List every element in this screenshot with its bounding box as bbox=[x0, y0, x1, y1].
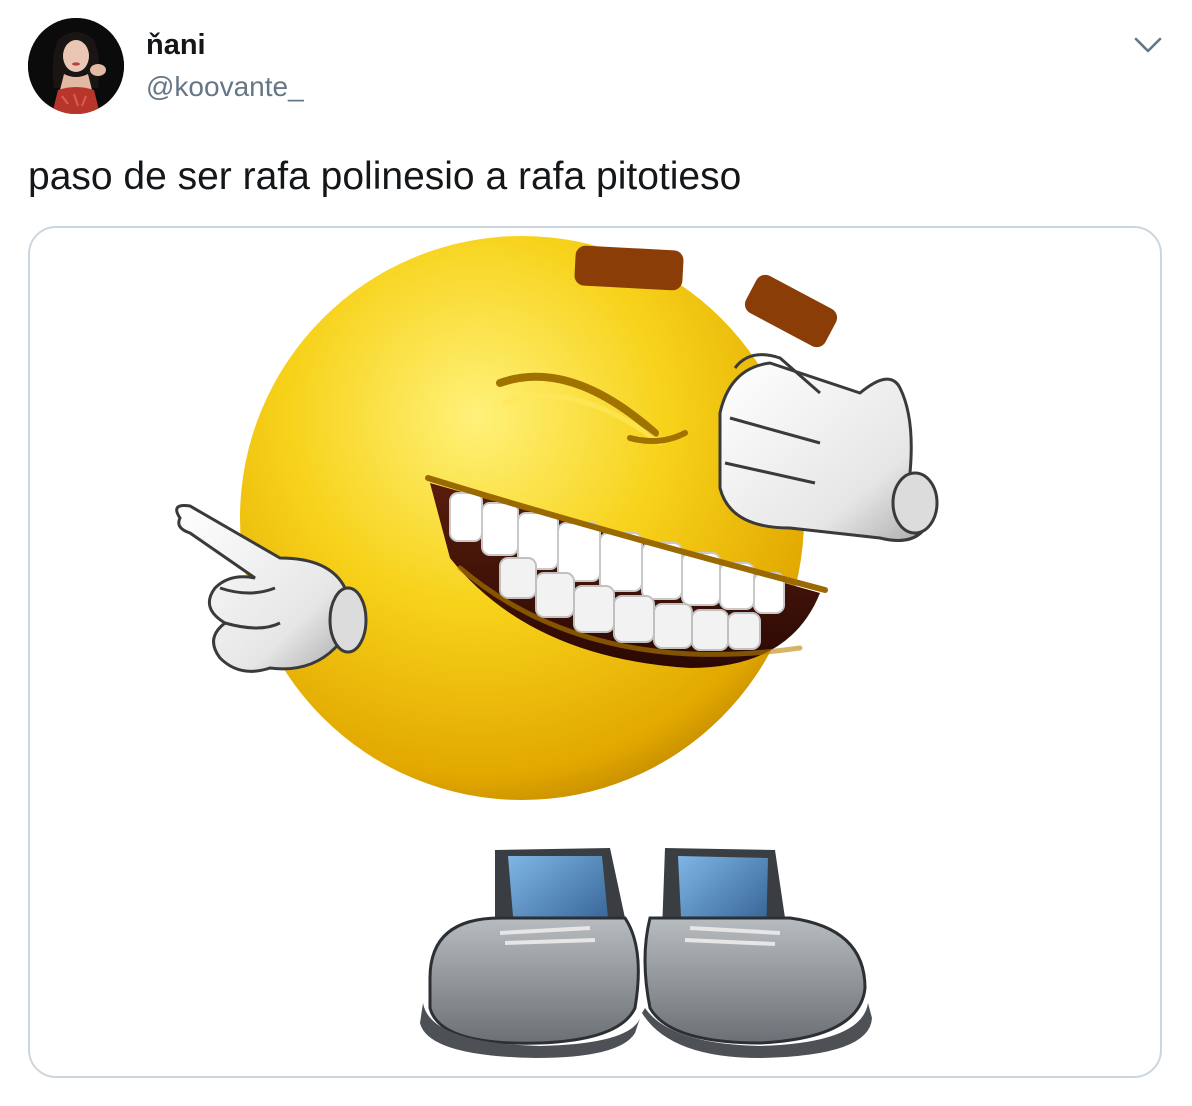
avatar[interactable] bbox=[28, 18, 124, 114]
tweet-media-image[interactable] bbox=[28, 226, 1162, 1078]
tweet-text: paso de ser rafa polinesio a rafa pitoti… bbox=[28, 155, 742, 198]
chevron-down-icon[interactable] bbox=[1130, 30, 1166, 60]
avatar-image bbox=[28, 18, 124, 114]
display-name[interactable]: ňani bbox=[146, 28, 206, 62]
tweet-card: ňani @koovante_ paso de ser rafa polines… bbox=[0, 0, 1192, 1106]
laughing-emoji-image bbox=[175, 236, 939, 1058]
user-handle[interactable]: @koovante_ bbox=[146, 70, 304, 104]
